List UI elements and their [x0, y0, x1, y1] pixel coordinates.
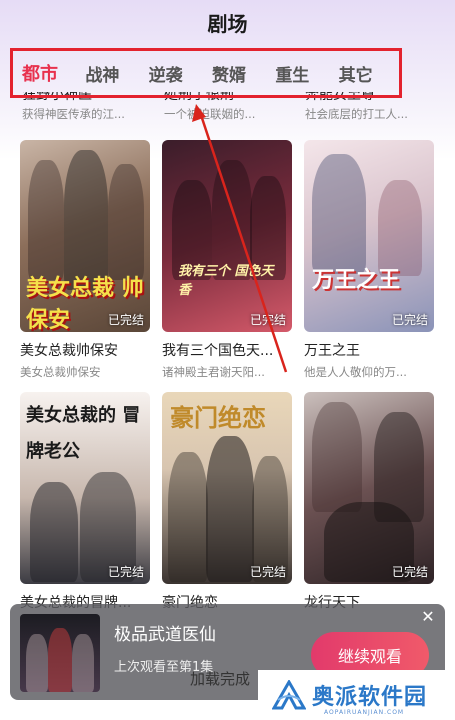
drama-poster[interactable]: 豪门绝恋 已完结: [162, 392, 292, 584]
status-badge: 已完结: [107, 565, 144, 579]
drama-card[interactable]: 美女总裁的 冒牌老公 已完结 美女总裁的冒牌...: [20, 392, 150, 612]
drama-poster[interactable]: 已完结: [304, 392, 434, 584]
drama-card[interactable]: 已完结 龙行天下: [304, 392, 434, 612]
tab-qita[interactable]: 其它: [339, 61, 402, 86]
watermark-logo-icon: [272, 680, 306, 710]
drama-subtitle: 美女总裁帅保安: [20, 365, 101, 379]
tab-chongsheng[interactable]: 重生: [275, 61, 338, 86]
drama-subtitle: 获得神医传承的江...: [22, 107, 125, 121]
drama-title: 美女总裁帅保安: [20, 343, 118, 359]
watermark: 奥派软件园 AOPAIRUANJIAN.COM: [258, 670, 455, 720]
close-icon[interactable]: ✕: [419, 608, 437, 626]
status-badge: 已完结: [107, 313, 144, 327]
tab-zhanshen[interactable]: 战神: [85, 61, 148, 86]
poster-title-art: 万王之王: [312, 268, 401, 293]
tab-dushi[interactable]: 都市: [22, 60, 85, 86]
list-item[interactable]: 奔能女至尊 社会底层的打工人...: [305, 92, 435, 122]
poster-title-art: 美女总裁的 冒牌老公: [26, 405, 141, 462]
popup-thumbnail[interactable]: [20, 614, 100, 692]
list-item[interactable]: 処刑了恨刑 一个被迫联姻的...: [164, 92, 294, 122]
status-badge: 已完结: [391, 313, 428, 327]
poster-title-art: 豪门绝恋: [170, 404, 266, 432]
header: 剧场: [0, 0, 455, 44]
drama-title: 我有三个国色天...: [162, 343, 274, 359]
drama-poster[interactable]: 万王之王 已完结: [304, 140, 434, 332]
list-item[interactable]: 狂野小神医 获得神医传承的江...: [22, 92, 152, 122]
status-badge: 已完结: [391, 565, 428, 579]
category-tabs: 都市 战神 逆袭 赘婿 重生 其它: [12, 50, 402, 96]
poster-title-art: 我有三个 国色天香: [178, 264, 274, 298]
drama-card[interactable]: 豪门绝恋 已完结 豪门绝恋: [162, 392, 292, 612]
tab-zhuixu[interactable]: 赘婿: [212, 61, 275, 86]
popup-title: 极品武道医仙: [114, 625, 216, 645]
page-title: 剧场: [207, 11, 248, 36]
drama-card[interactable]: 万王之王 已完结 万王之王 他是人人敬仰的万...: [304, 140, 434, 380]
drama-subtitle: 他是人人敬仰的万...: [304, 365, 407, 379]
drama-poster[interactable]: 美女总裁 帅保安 已完结: [20, 140, 150, 332]
drama-subtitle: 诸神殿主君谢天阳...: [162, 365, 265, 379]
partial-row: 狂野小神医 获得神医传承的江... 処刑了恨刑 一个被迫联姻的... 奔能女至尊…: [0, 92, 455, 134]
watermark-url: AOPAIRUANJIAN.COM: [324, 709, 405, 716]
drama-subtitle: 社会底层的打工人...: [305, 107, 408, 121]
drama-poster[interactable]: 美女总裁的 冒牌老公 已完结: [20, 392, 150, 584]
drama-card[interactable]: 美女总裁 帅保安 已完结 美女总裁帅保安 美女总裁帅保安: [20, 140, 150, 380]
status-badge: 已完结: [249, 565, 286, 579]
loading-status: 加载完成: [190, 670, 251, 688]
drama-subtitle: 一个被迫联姻的...: [164, 107, 256, 121]
drama-poster[interactable]: 我有三个 国色天香 已完结: [162, 140, 292, 332]
drama-title: 万王之王: [304, 343, 360, 359]
tab-nixi[interactable]: 逆袭: [149, 61, 212, 86]
watermark-text: 奥派软件园: [312, 685, 428, 710]
drama-card[interactable]: 我有三个 国色天香 已完结 我有三个国色天... 诸神殿主君谢天阳...: [162, 140, 292, 380]
status-badge: 已完结: [249, 313, 286, 327]
